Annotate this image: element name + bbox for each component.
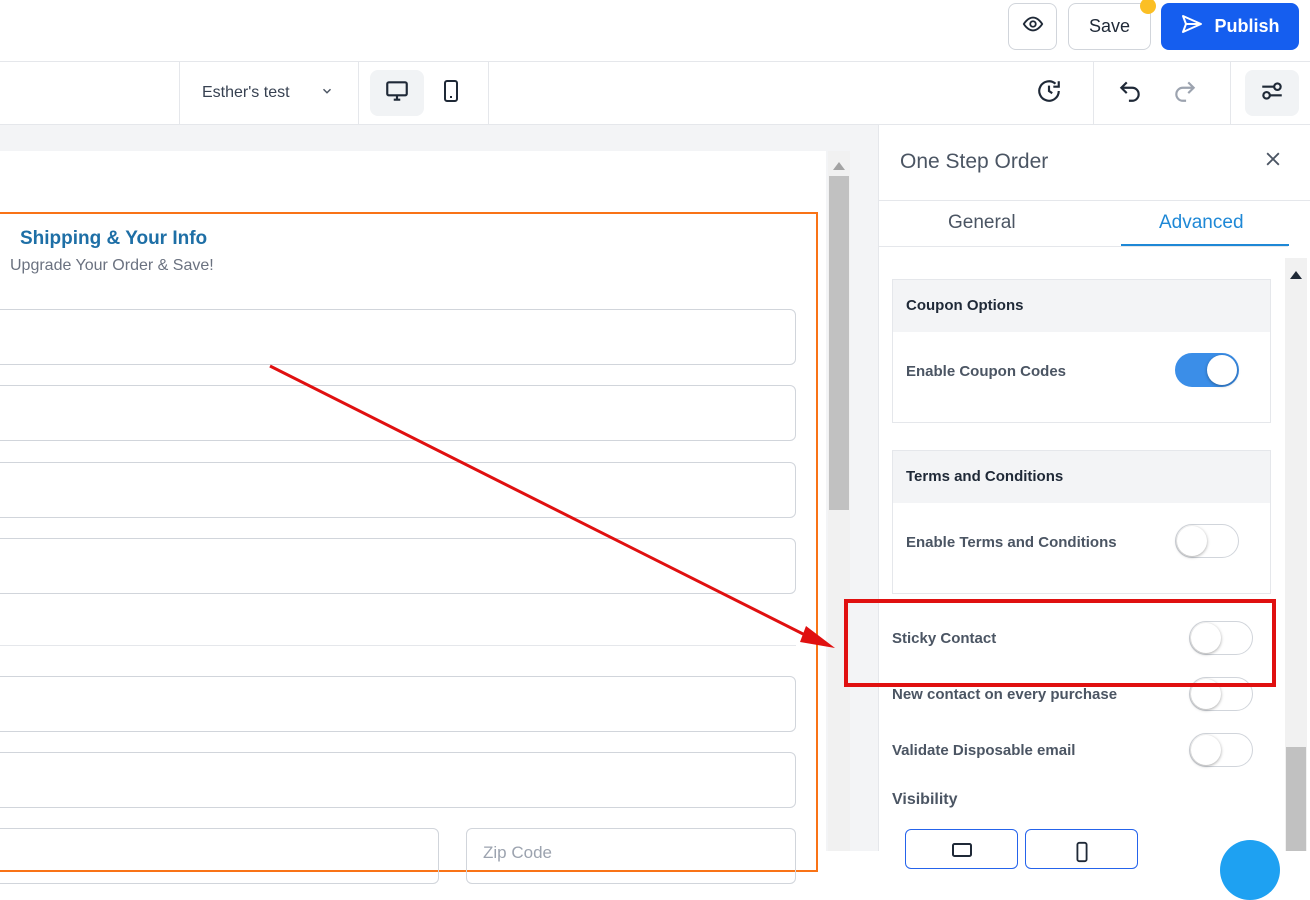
annotation-arrow <box>269 364 835 648</box>
